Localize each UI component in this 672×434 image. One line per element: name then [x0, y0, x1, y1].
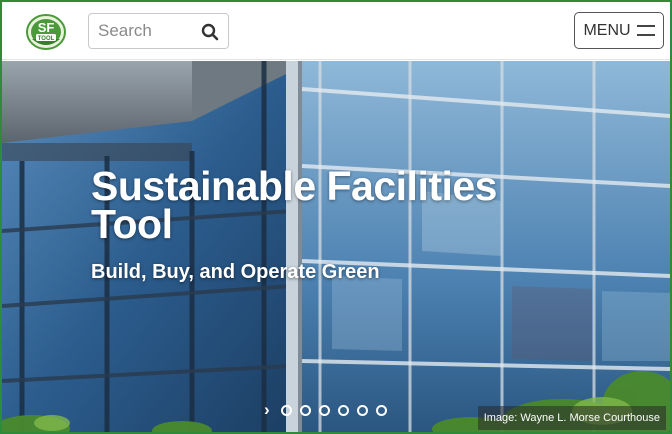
menu-button[interactable]: MENU — [574, 12, 664, 49]
svg-text:SF: SF — [38, 20, 55, 35]
carousel-controls: › — [264, 401, 387, 418]
hero-title: Sustainable Facilities Tool — [91, 163, 498, 247]
carousel-dot-3[interactable] — [318, 404, 330, 416]
hamburger-menu-icon — [636, 25, 655, 36]
image-credit: Image: Wayne L. Morse Courthouse — [477, 406, 666, 430]
carousel-dot-6[interactable] — [375, 404, 387, 416]
hero-banner: Sustainable Facilities Tool Build, Buy, … — [2, 61, 670, 432]
search-input[interactable] — [89, 14, 197, 48]
site-header: SF TOOL MENU — [2, 2, 670, 60]
search-box — [88, 13, 229, 49]
search-button[interactable] — [198, 20, 222, 44]
sf-tool-logo-icon[interactable]: SF TOOL — [24, 11, 68, 51]
carousel-dot-4[interactable] — [337, 404, 349, 416]
carousel-dot-1[interactable] — [280, 404, 292, 416]
menu-label: MENU — [583, 21, 631, 39]
page-frame: SF TOOL MENU — [0, 0, 672, 434]
chevron-right-icon[interactable]: › — [264, 401, 270, 418]
svg-text:TOOL: TOOL — [38, 36, 55, 42]
hero-subtitle: Build, Buy, and Operate Green — [91, 261, 380, 283]
search-icon — [201, 23, 219, 41]
hero-text-block: Sustainable Facilities Tool Build, Buy, … — [91, 163, 561, 284]
carousel-dot-2[interactable] — [299, 404, 311, 416]
carousel-dot-5[interactable] — [356, 404, 368, 416]
